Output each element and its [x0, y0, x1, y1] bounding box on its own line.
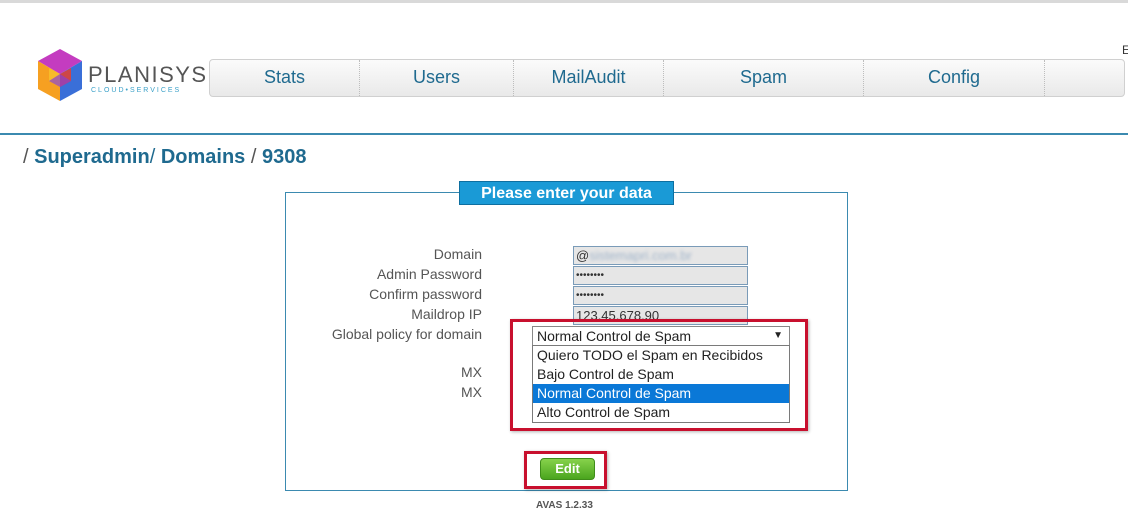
- nav-spam[interactable]: Spam: [664, 60, 864, 96]
- confirm-password-label: Confirm password: [369, 286, 482, 302]
- version-text: AVAS 1.2.33: [536, 500, 593, 511]
- corner-text: E: [1122, 43, 1128, 57]
- admin-password-field[interactable]: ••••••••: [573, 266, 748, 285]
- main-nav: Stats Users MailAudit Spam Config: [209, 59, 1125, 97]
- breadcrumb-separator: /: [23, 146, 29, 168]
- breadcrumb-separator: /: [250, 146, 257, 168]
- planisys-logo[interactable]: PLANISYS CLOUD•SERVICES: [35, 47, 208, 105]
- domain-field[interactable]: @sistemapri.com.br: [573, 246, 748, 265]
- brand-name: PLANISYS: [88, 62, 208, 87]
- domain-value: sistemapri.com.br: [589, 248, 692, 263]
- nav-users[interactable]: Users: [360, 60, 514, 96]
- domain-label: Domain: [433, 246, 482, 262]
- confirm-password-field[interactable]: ••••••••: [573, 286, 748, 305]
- dropdown-arrow-icon: ▼: [773, 330, 783, 341]
- admin-password-label: Admin Password: [376, 266, 482, 282]
- edit-button[interactable]: Edit: [540, 458, 595, 480]
- breadcrumb-domains[interactable]: Domains: [161, 146, 245, 168]
- breadcrumb-superadmin[interactable]: Superadmin: [34, 146, 150, 168]
- cube-logo-icon: [38, 49, 82, 101]
- top-border: [0, 0, 1128, 3]
- maildrop-ip-label: Maildrop IP: [411, 306, 482, 322]
- breadcrumb-separator: /: [149, 146, 156, 168]
- breadcrumb: / Superadmin/ Domains / 9308: [23, 146, 306, 169]
- nav-stats[interactable]: Stats: [210, 60, 360, 96]
- form-legend: Please enter your data: [459, 181, 674, 205]
- policy-option[interactable]: Alto Control de Spam: [533, 403, 789, 422]
- global-policy-label: Global policy for domain: [331, 326, 482, 342]
- breadcrumb-domain-id: 9308: [261, 146, 307, 168]
- domain-prefix: @: [576, 248, 590, 263]
- header-divider: [0, 133, 1128, 135]
- mx-label: MX: [461, 364, 482, 380]
- policy-option[interactable]: Bajo Control de Spam: [533, 365, 789, 384]
- nav-mailaudit[interactable]: MailAudit: [514, 60, 664, 96]
- global-policy-select[interactable]: Normal Control de Spam ▼: [532, 326, 790, 346]
- policy-dropdown-list: Quiero TODO el Spam en Recibidos Bajo Co…: [532, 345, 790, 423]
- nav-more[interactable]: [1045, 60, 1122, 96]
- nav-config[interactable]: Config: [864, 60, 1045, 96]
- policy-selected-value: Normal Control de Spam: [537, 328, 692, 344]
- policy-option[interactable]: Quiero TODO el Spam en Recibidos: [533, 346, 789, 365]
- brand-tagline: CLOUD•SERVICES: [91, 87, 182, 94]
- policy-option-selected[interactable]: Normal Control de Spam: [533, 384, 789, 403]
- mx-label: MX: [461, 384, 482, 400]
